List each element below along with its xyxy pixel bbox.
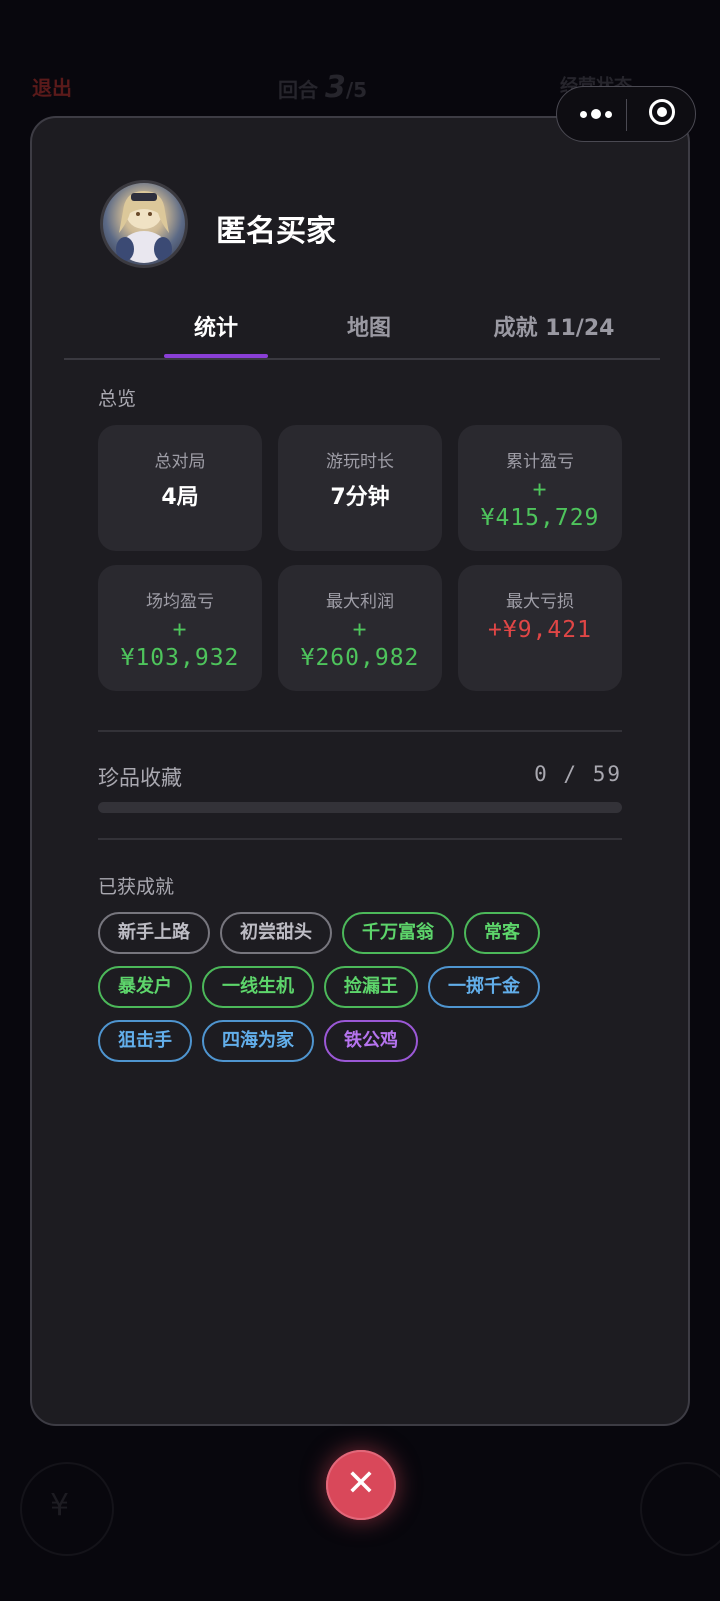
stat-card-total-games: 总对局 4局	[98, 425, 262, 551]
collection-count: 0 / 59	[534, 762, 622, 786]
achievements-title: 已获成就	[98, 876, 175, 898]
stat-label: 最大亏损	[506, 592, 574, 612]
tab-stats[interactable]: 统计	[164, 310, 268, 342]
stat-money-value: +¥9,421	[488, 617, 592, 643]
stat-card-avg-pnl: 场均盈亏 + ¥103,932	[98, 565, 262, 691]
stat-value: 7分钟	[330, 485, 390, 510]
stat-label: 最大利润	[326, 592, 394, 612]
stat-money-value: ¥415,729	[480, 505, 600, 531]
target-circle-icon[interactable]	[649, 99, 675, 125]
close-button[interactable]: ✕	[326, 1450, 396, 1520]
overview-title: 总览	[98, 388, 137, 410]
stat-sign: +	[172, 617, 188, 643]
stat-label: 累计盈亏	[506, 452, 574, 472]
achievement-badge: 千万富翁	[342, 912, 454, 954]
stat-card-cumulative-pnl: 累计盈亏 + ¥415,729	[458, 425, 622, 551]
close-x-icon: ✕	[345, 1463, 377, 1504]
miniprogram-capsule	[556, 86, 696, 142]
achievement-badge: 初尝甜头	[220, 912, 332, 954]
achievement-badge-list: 新手上路 初尝甜头 千万富翁 常客暴发户 一线生机 捡漏王 一掷千金狙击手 四海为家 铁公鸡	[98, 912, 628, 1074]
achievement-badge: 一掷千金	[428, 966, 540, 1008]
achievement-badge: 铁公鸡	[324, 1020, 418, 1062]
achievement-badge: 暴发户	[98, 966, 192, 1008]
user-name: 匿名买家	[216, 214, 336, 249]
exit-button: 退出	[32, 76, 72, 100]
round-indicator: 回合 3/5	[278, 70, 367, 105]
tab-map[interactable]: 地图	[314, 310, 424, 342]
divider	[98, 838, 622, 840]
stat-money-value: ¥103,932	[120, 645, 240, 671]
active-tab-indicator	[164, 354, 268, 358]
achievement-badge: 一线生机	[202, 966, 314, 1008]
background-right-button	[640, 1462, 720, 1556]
stat-value: 4局	[161, 485, 199, 510]
achievement-badge: 狙击手	[98, 1020, 192, 1062]
collection-label: 珍品收藏	[98, 766, 182, 790]
stat-card-max-profit: 最大利润 + ¥260,982	[278, 565, 442, 691]
stat-card-max-loss: 最大亏损 +¥9,421	[458, 565, 622, 691]
stat-card-play-time: 游玩时长 7分钟	[278, 425, 442, 551]
round-label: 回合	[278, 78, 318, 102]
round-total: /5	[345, 78, 368, 102]
divider	[98, 730, 622, 732]
achievement-badge: 常客	[464, 912, 540, 954]
stat-label: 总对局	[154, 452, 206, 472]
achievement-badge: 捡漏王	[324, 966, 418, 1008]
stat-sign: +	[352, 617, 368, 643]
avatar	[100, 180, 188, 268]
collection-progress-bar	[98, 802, 622, 813]
avatar-image	[116, 191, 172, 263]
stat-sign: +	[532, 477, 548, 503]
stat-money-value: ¥260,982	[300, 645, 420, 671]
profile-modal: 匿名买家 统计 地图 成就 11/24 总览 总对局 4局 游玩时长 7分钟 累…	[30, 116, 690, 1426]
tab-bar: 统计 地图 成就 11/24	[64, 298, 660, 360]
round-number: 3	[324, 70, 346, 105]
tab-achievements[interactable]: 成就 11/24	[464, 310, 644, 342]
achievement-badge: 新手上路	[98, 912, 210, 954]
stat-label: 场均盈亏	[146, 592, 214, 612]
achievement-badge: 四海为家	[202, 1020, 314, 1062]
capsule-divider	[626, 99, 627, 131]
stat-label: 游玩时长	[326, 452, 394, 472]
yen-icon: ¥	[50, 1488, 70, 1523]
more-dots-icon[interactable]	[577, 101, 615, 127]
